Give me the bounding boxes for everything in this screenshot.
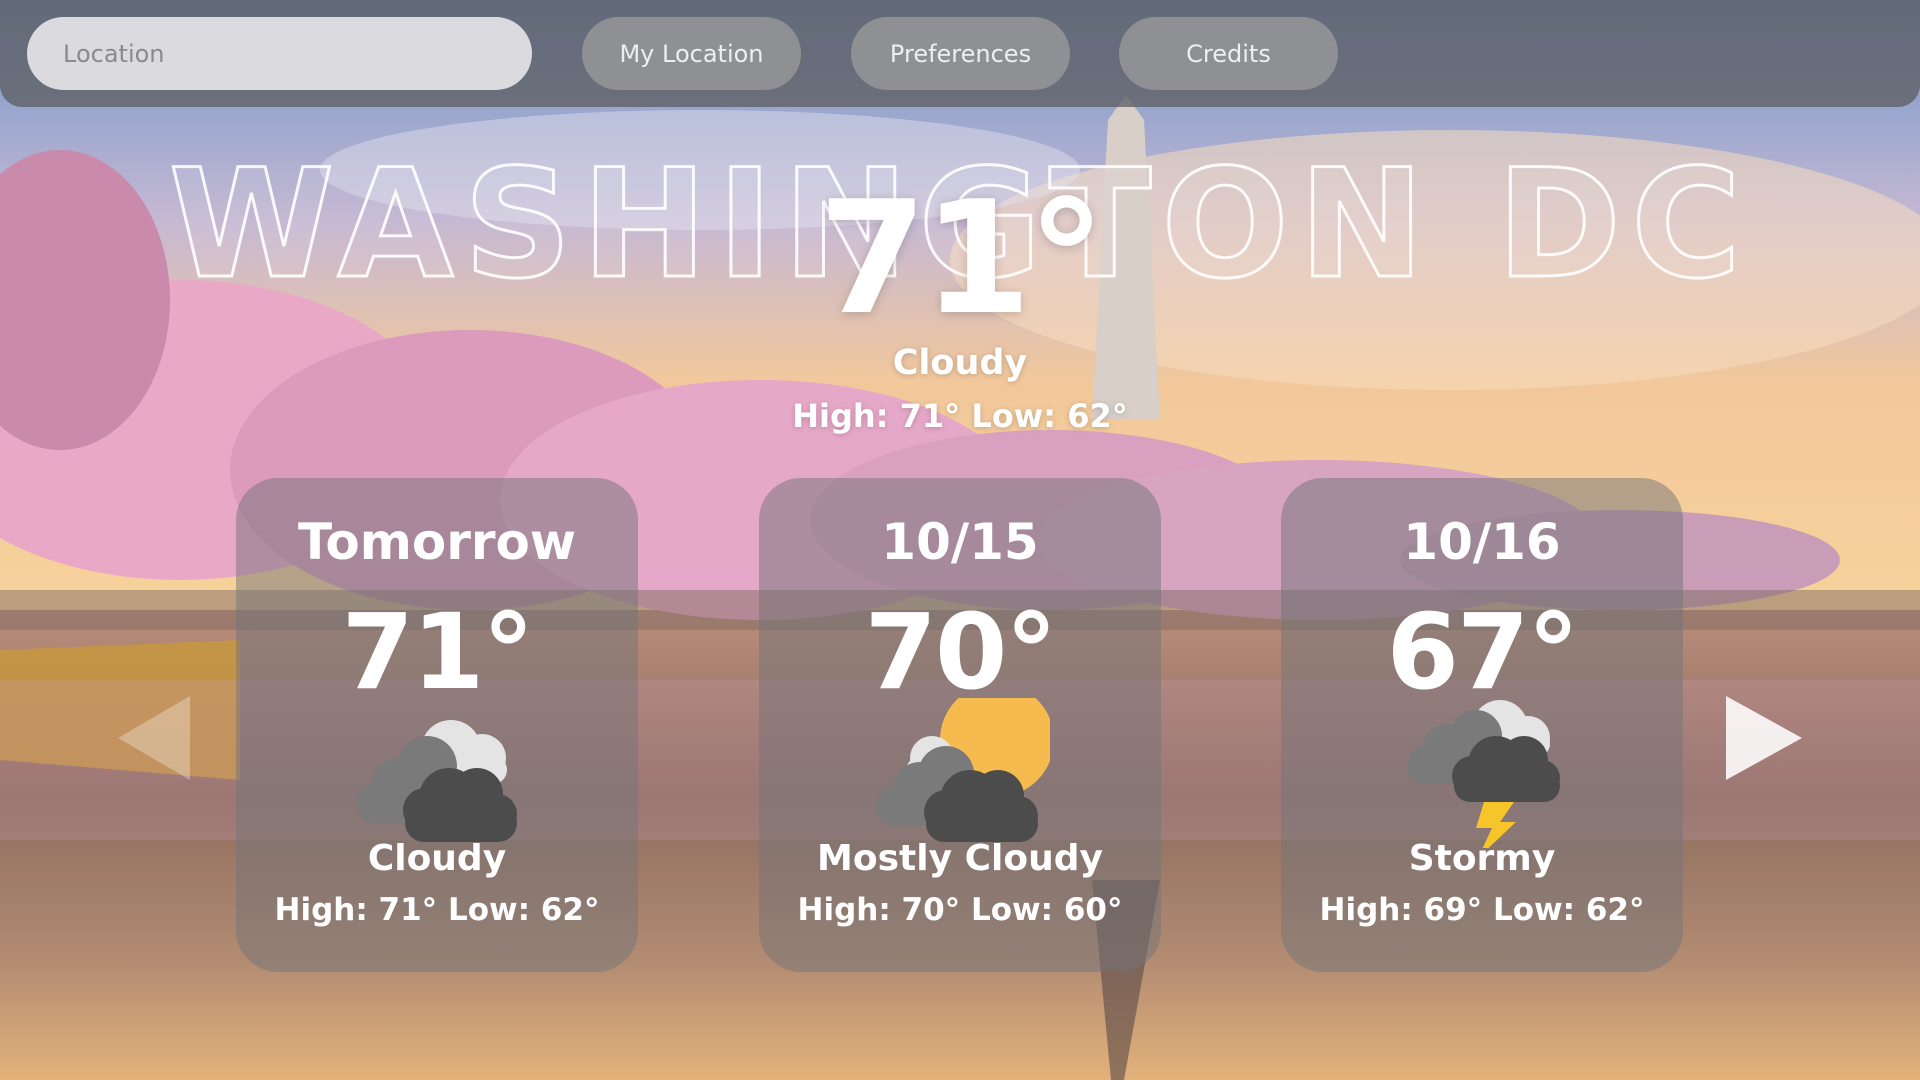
current-condition: Cloudy (892, 343, 1028, 383)
previous-arrow-icon[interactable] (112, 692, 196, 784)
forecast-day: Tomorrow (297, 513, 577, 571)
forecast-day: 10/15 (881, 513, 1039, 571)
top-bar: My Location Preferences Credits (0, 0, 1920, 107)
partly-sunny-icon (876, 698, 1050, 842)
forecast-temperature: 71° (341, 591, 535, 713)
forecast-card-1015: 10/15 70° Mostly Cloudy High: 70° Low: 6… (759, 478, 1161, 972)
forecast-high-low: High: 71° Low: 62° (274, 892, 600, 928)
location-search-input[interactable] (27, 17, 532, 90)
forecast-card-tomorrow: Tomorrow 71° Cloudy High: 71° Low: 62° (236, 478, 638, 972)
forecast-temperature: 70° (864, 591, 1058, 713)
forecast-high-low: High: 69° Low: 62° (1319, 892, 1645, 928)
forecast-card-1016: 10/16 67° Stormy High: 69° Low: 62° (1281, 478, 1683, 972)
weather-app: My Location Preferences Credits WASHINGT… (0, 0, 1920, 1080)
forecast-condition: Cloudy (367, 838, 507, 879)
my-location-button[interactable]: My Location (582, 17, 801, 90)
forecast-high-low: High: 70° Low: 60° (797, 892, 1123, 928)
next-arrow-icon[interactable] (1722, 692, 1806, 784)
current-high-low: High: 71° Low: 62° (792, 397, 1128, 435)
forecast-condition: Stormy (1408, 838, 1556, 879)
storm-icon (1408, 700, 1560, 848)
forecast-temperature: 67° (1386, 591, 1580, 713)
cloudy-icon (357, 720, 517, 842)
forecast-condition: Mostly Cloudy (817, 838, 1103, 879)
credits-button[interactable]: Credits (1119, 17, 1338, 90)
preferences-button[interactable]: Preferences (851, 17, 1070, 90)
forecast-day: 10/16 (1403, 513, 1561, 571)
current-temperature: 71° (818, 167, 1105, 349)
